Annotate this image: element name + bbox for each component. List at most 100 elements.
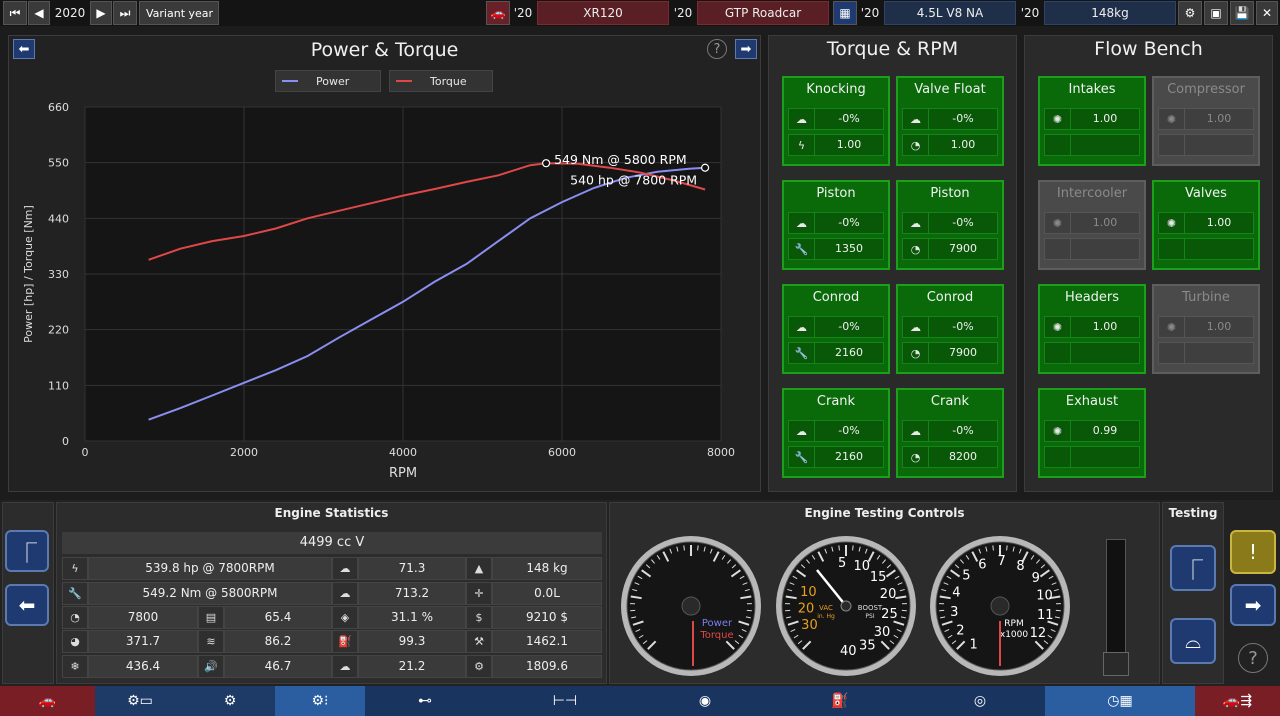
stress-card-knocking[interactable]: Knocking ☁ -0% ϟ 1.00 — [782, 76, 890, 166]
graph-view-icon[interactable]: ⎾ — [5, 530, 49, 572]
rpm-unit: x1000 — [1000, 630, 1029, 640]
turbo-tab-icon[interactable]: ◉ — [645, 686, 765, 716]
car-body-tab-icon[interactable]: 🚗 — [0, 686, 95, 716]
back-arrow-icon[interactable]: ⬅ — [5, 584, 49, 626]
stress-card-crank[interactable]: Crank ☁ -0% 🔧 2160 — [782, 388, 890, 478]
pistons-tab-icon[interactable]: ⚙ — [185, 686, 275, 716]
camera-icon[interactable]: ▣ — [1204, 1, 1228, 25]
flow-card-intercooler[interactable]: Intercooler ✺ 1.00 — [1038, 180, 1146, 270]
empty-cell — [1159, 239, 1185, 259]
rpm-tick-label: 7 — [997, 554, 1005, 569]
flow-card-intakes[interactable]: Intakes ✺ 1.00 — [1038, 76, 1146, 166]
test-tab-icon[interactable]: ◷▦ — [1045, 686, 1195, 716]
boost-tick-label: 25 — [881, 607, 898, 622]
card-row: ✺ 0.99 — [1044, 420, 1140, 442]
help-icon[interactable]: ? — [1238, 643, 1268, 673]
speaker-icon: 🔊 — [198, 655, 224, 678]
card-value: 7900 — [949, 242, 977, 255]
engine-weight-field[interactable]: 148kg — [1044, 1, 1176, 25]
stress-card-conrod[interactable]: Conrod ☁ -0% 🔧 2160 — [782, 284, 890, 374]
flow-card-compressor[interactable]: Compressor ✺ 1.00 — [1152, 76, 1260, 166]
test-mode-icon[interactable]: ⌓ — [1170, 618, 1216, 664]
boost-tick-label: 5 — [838, 556, 846, 571]
card-row-empty — [1158, 238, 1254, 260]
forward-arrow-icon[interactable]: ➡ — [1230, 584, 1276, 626]
throttle-slider[interactable] — [1103, 539, 1129, 676]
x-axis-label: RPM — [389, 466, 417, 481]
rpm-tick-label: 6 — [978, 558, 986, 573]
cloud-icon: ☁ — [789, 109, 815, 129]
y-tick-label: 330 — [48, 268, 69, 281]
boost-tick-label: 10 — [853, 559, 870, 574]
card-value: 2160 — [835, 450, 863, 463]
engine-weight-value: 148 kg — [492, 557, 602, 580]
flow-card-exhaust[interactable]: Exhaust ✺ 0.99 — [1038, 388, 1146, 478]
engine-block-tab-icon[interactable]: ⚙▭ — [95, 686, 185, 716]
torque-rpm-title: Torque & RPM — [826, 38, 959, 60]
gauge-tick — [838, 545, 840, 551]
card-title: Headers — [1064, 290, 1120, 305]
stress-card-crank[interactable]: Crank ☁ -0% ◔ 8200 — [896, 388, 1004, 478]
rpm-tick-label: 3 — [950, 605, 958, 620]
boost-tick-label: 35 — [859, 638, 876, 653]
annotation-marker — [700, 163, 710, 172]
card-value: -0% — [838, 112, 860, 125]
gauge-icon: ◔ — [903, 447, 929, 467]
x-tick-label: 0 — [82, 446, 89, 459]
finish-tab-icon[interactable]: 🚗⇶ — [1195, 686, 1280, 716]
weight-icon: ▲ — [466, 557, 492, 580]
flow-card-headers[interactable]: Headers ✺ 1.00 — [1038, 284, 1146, 374]
cloud-icon: ☁ — [903, 109, 929, 129]
card-row-empty — [1044, 342, 1140, 364]
cost-icon: $ — [466, 606, 492, 629]
dyno-graph-icon[interactable]: ⎾ — [1170, 545, 1216, 591]
rpm-tick-label: 9 — [1032, 571, 1040, 586]
card-title: Piston — [816, 186, 856, 201]
card-row: ✺ 1.00 — [1044, 316, 1140, 338]
bottom-navigation: 🚗 ⚙▭ ⚙ ⚙⁝ ⊷ ⊢⊣ ◉ ⛽ ◎ ◷▦ 🚗⇶ — [0, 686, 1280, 716]
close-icon[interactable]: ✕ — [1256, 1, 1278, 25]
flow-card-turbine[interactable]: Turbine ✺ 1.00 — [1152, 284, 1260, 374]
card-row-empty — [1044, 446, 1140, 468]
engine-testing-controls-title: Engine Testing Controls — [804, 506, 965, 520]
empty-cell — [1045, 135, 1071, 155]
efficiency-icon: ◈ — [332, 606, 358, 629]
gauge-icon: ◔ — [903, 343, 929, 363]
stress-card-valve-float[interactable]: Valve Float ☁ -0% ◔ 1.00 — [896, 76, 1004, 166]
rpm-tick-label: 4 — [952, 585, 960, 600]
card-title: Conrod — [812, 290, 860, 305]
stat-value: 1462.1 — [492, 630, 602, 653]
engine-year: '20 — [860, 6, 880, 20]
stress-card-piston[interactable]: Piston ☁ -0% 🔧 1350 — [782, 180, 890, 270]
fuel-tab-icon[interactable]: ⛽ — [765, 686, 915, 716]
boost-tick-label: 20 — [880, 587, 897, 602]
top-end-tab-icon[interactable]: ⚙⁝ — [275, 686, 365, 716]
engine-icon[interactable]: ▦ — [833, 1, 857, 25]
gauge-tick — [1006, 545, 1008, 551]
timing-tab-icon[interactable]: ⊢⊣ — [485, 686, 645, 716]
empty-cell — [1045, 343, 1071, 363]
y-tick-label: 110 — [48, 379, 69, 392]
tools-icon: ⚒ — [466, 630, 492, 653]
stat-value: 99.3 — [358, 630, 466, 653]
camshaft-tab-icon[interactable]: ⊷ — [365, 686, 485, 716]
card-value: 1.00 — [950, 138, 976, 151]
stress-card-conrod[interactable]: Conrod ☁ -0% ◔ 7900 — [896, 284, 1004, 374]
gauge-hub — [681, 596, 701, 616]
stats-row: ◔ 7800 ▤ 65.4 ◈ 31.1 % $ 9210 $ — [62, 606, 602, 629]
wrench-icon: 🔧 — [62, 582, 88, 605]
save-icon[interactable]: 💾 — [1230, 1, 1254, 25]
card-title: Crank — [930, 394, 970, 409]
stress-card-piston[interactable]: Piston ☁ -0% ◔ 7900 — [896, 180, 1004, 270]
emissions-icon: ☁ — [332, 655, 358, 678]
flow-card-valves[interactable]: Valves ✺ 1.00 — [1152, 180, 1260, 270]
throttle-handle[interactable] — [1103, 652, 1129, 676]
settings-gear-icon[interactable]: ⚙ — [1178, 1, 1202, 25]
rpm-tick-label: 2 — [956, 623, 964, 638]
card-row: ✺ 1.00 — [1044, 108, 1140, 130]
engine-name-field[interactable]: 4.5L V8 NA — [884, 1, 1016, 25]
annotation-label: 540 hp @ 7800 RPM — [570, 173, 697, 188]
exhaust-tab-icon[interactable]: ◎ — [915, 686, 1045, 716]
x-tick-label: 6000 — [548, 446, 576, 459]
warning-icon[interactable]: ! — [1230, 530, 1276, 574]
